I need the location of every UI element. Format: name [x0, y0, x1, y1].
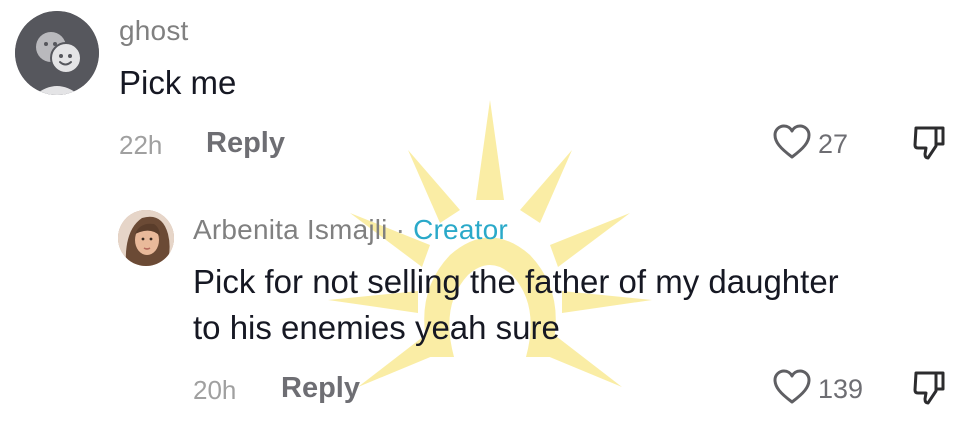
separator-dot: · [395, 214, 406, 245]
like-button[interactable] [772, 368, 812, 411]
ghost-faces-icon [15, 11, 99, 95]
comment-username[interactable]: Arbenita Ismajli [193, 214, 388, 245]
reply-button[interactable]: Reply [281, 372, 360, 405]
thumbs-down-icon [913, 371, 945, 405]
heart-outline-icon [773, 369, 811, 404]
creator-badge: Creator [413, 214, 508, 245]
comment-timestamp: 20h [193, 375, 237, 405]
thumbs-down-icon [913, 126, 945, 160]
like-count: 27 [818, 129, 849, 159]
comment-text-line-2: to his enemies yeah sure [193, 309, 560, 346]
comment-text: Pick for not selling the father of my da… [193, 259, 839, 351]
heart-outline-icon [773, 124, 811, 159]
creator-photo [118, 210, 174, 266]
dislike-button[interactable] [912, 124, 946, 167]
avatar-creator[interactable] [118, 210, 174, 266]
like-button[interactable] [772, 123, 812, 166]
comment-text: Pick me [119, 64, 237, 101]
comment-timestamp: 22h [119, 130, 163, 160]
reply-button[interactable]: Reply [206, 127, 285, 160]
comment-username[interactable]: ghost [119, 15, 189, 47]
avatar-ghost[interactable] [15, 11, 99, 95]
comment-thread: ghost Pick me 22h Reply 27 Arbenita Isma… [0, 0, 980, 428]
comment-username-line: Arbenita Ismajli · Creator [193, 214, 508, 246]
comment-text-line-1: Pick for not selling the father of my da… [193, 263, 839, 300]
like-count: 139 [818, 374, 864, 404]
dislike-button[interactable] [912, 369, 946, 412]
